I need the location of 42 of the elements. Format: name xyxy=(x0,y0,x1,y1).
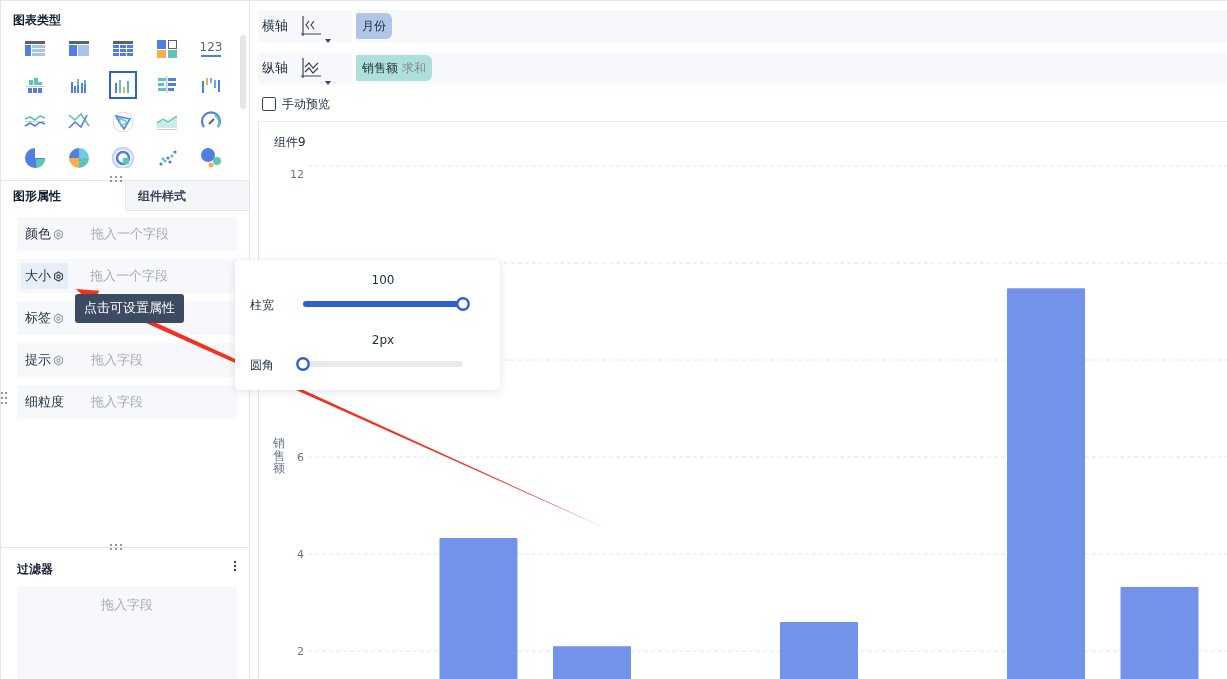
field-pill[interactable]: 销售额 求和 xyxy=(356,55,432,81)
field-label: 标签 xyxy=(25,308,51,327)
axis-type-icon[interactable] xyxy=(300,57,322,79)
checkbox-label: 手动预览 xyxy=(282,96,330,113)
scrollbar[interactable] xyxy=(240,35,246,109)
placeholder-text: 拖入字段 xyxy=(90,392,143,411)
axis-tick-label: 12 xyxy=(290,168,304,181)
gear-icon[interactable] xyxy=(53,270,64,282)
axis-tick-label: 6 xyxy=(297,451,304,464)
axis-tick-label: 2 xyxy=(297,645,304,658)
axis-label: 横轴 xyxy=(262,16,288,35)
bar-chart-icon[interactable] xyxy=(109,71,137,99)
drop-zone[interactable]: 提示 拖入字段 xyxy=(17,343,237,377)
placeholder-text: 拖入字段 xyxy=(90,350,143,369)
section-title: 过滤器 xyxy=(17,561,53,578)
tab[interactable]: 组件样式 xyxy=(124,181,249,211)
kpi-glyph: 123 xyxy=(199,40,223,54)
tooltip: 点击可设置属性 xyxy=(75,294,184,323)
slider-value: 2px xyxy=(370,332,396,349)
axis-title: 销售额 xyxy=(273,437,285,475)
chart-title: 组件9 xyxy=(274,135,306,149)
slider-label: 柱宽 xyxy=(250,297,274,314)
axis-type-icon[interactable] xyxy=(300,15,322,37)
field-label: 颜色 xyxy=(25,224,51,243)
drag-handle-icon[interactable] xyxy=(109,543,123,551)
more-icon[interactable] xyxy=(233,560,237,572)
placeholder-text: 拖入字段 xyxy=(101,597,153,612)
drag-handle-icon[interactable] xyxy=(109,175,123,183)
drag-handle-icon[interactable] xyxy=(0,391,8,405)
caret-icon[interactable] xyxy=(325,81,331,85)
drop-zone[interactable]: 细粒度 拖入字段 xyxy=(17,385,237,419)
slider-value: 100 xyxy=(370,272,396,289)
field-pill[interactable]: 月份 xyxy=(356,13,392,39)
field-label: 细粒度 xyxy=(25,392,64,411)
field-label: 提示 xyxy=(25,350,51,369)
slider-label: 圆角 xyxy=(250,357,274,374)
checkbox[interactable] xyxy=(262,97,276,111)
caret-icon[interactable] xyxy=(325,39,331,43)
axis-label: 纵轴 xyxy=(262,58,288,77)
field-label-button[interactable]: 大小 xyxy=(21,263,68,289)
section-title: 图表类型 xyxy=(13,12,62,29)
axis-tick-label: 4 xyxy=(297,548,304,561)
